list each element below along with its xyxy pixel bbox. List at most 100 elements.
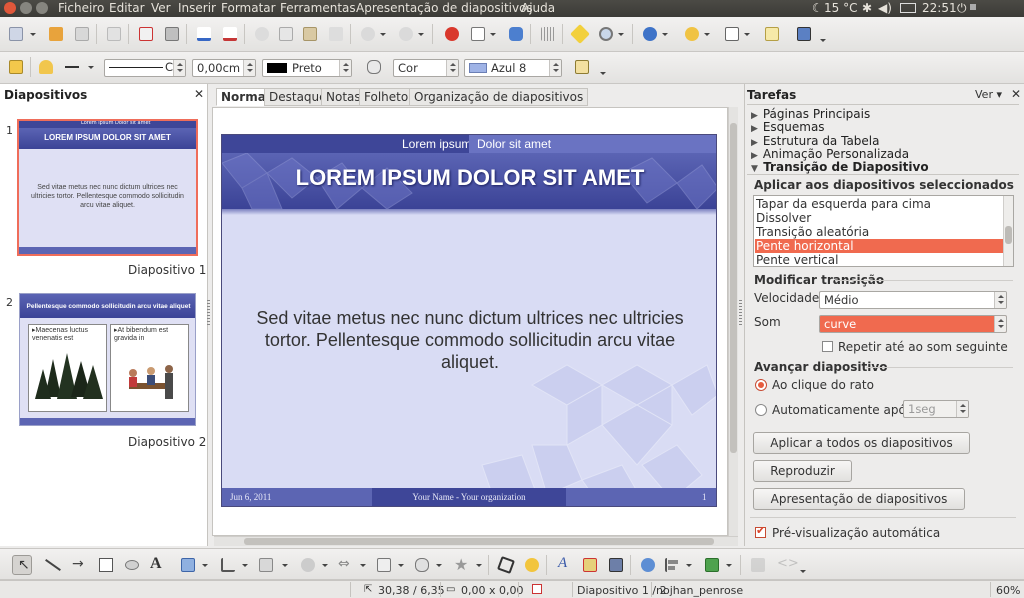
vertical-scrollbar[interactable] bbox=[728, 107, 738, 536]
arrow-style-icon[interactable] bbox=[62, 57, 82, 77]
arrow-style-dropdown-icon[interactable] bbox=[88, 57, 94, 77]
auto-advance-spin-icon[interactable] bbox=[956, 401, 968, 417]
update-icon[interactable] bbox=[682, 24, 702, 44]
glue-points-icon[interactable] bbox=[522, 555, 542, 575]
maximize-window-icon[interactable] bbox=[36, 2, 48, 14]
basic-shapes-icon[interactable] bbox=[256, 555, 276, 575]
help-dropdown-icon[interactable] bbox=[662, 24, 668, 44]
menu-ajuda[interactable]: Ajuda bbox=[521, 1, 555, 15]
table-dropdown-icon[interactable] bbox=[490, 24, 496, 44]
stars-dropdown-icon[interactable] bbox=[476, 555, 482, 575]
select-arrow-icon[interactable]: ↖ bbox=[12, 555, 32, 575]
curve-dropdown-icon[interactable] bbox=[202, 555, 208, 575]
clock[interactable]: 22:51 bbox=[922, 1, 957, 15]
rotate-icon[interactable] bbox=[638, 555, 658, 575]
autospellcheck-icon[interactable] bbox=[220, 24, 240, 44]
section-transicao[interactable]: ▼ Transição de Diapositivo bbox=[751, 160, 929, 174]
area-type-select[interactable]: Cor bbox=[393, 59, 459, 77]
text-tool-icon[interactable]: A bbox=[148, 555, 168, 575]
tasks-view-menu[interactable]: Ver ▾ bbox=[975, 88, 1002, 101]
new-document-icon[interactable] bbox=[6, 24, 26, 44]
slide-design-icon[interactable] bbox=[762, 24, 782, 44]
tab-organizacao[interactable]: Organização de diapositivos bbox=[409, 88, 589, 106]
menu-inserir[interactable]: Inserir bbox=[178, 1, 216, 15]
arrange-icon[interactable] bbox=[702, 555, 722, 575]
play-button[interactable]: Reproduzir bbox=[753, 460, 852, 482]
draw-line-icon[interactable] bbox=[42, 555, 62, 575]
from-file-icon[interactable] bbox=[580, 555, 600, 575]
area-color-spin-icon[interactable] bbox=[549, 60, 561, 76]
close-tasks-panel-icon[interactable]: ✕ bbox=[1011, 87, 1021, 101]
paste-icon[interactable] bbox=[300, 24, 320, 44]
line-color-select[interactable]: Preto bbox=[262, 59, 352, 77]
line-width-spin-icon[interactable] bbox=[243, 60, 255, 76]
connector-dropdown-icon[interactable] bbox=[242, 555, 248, 575]
sound-select[interactable]: curve bbox=[819, 315, 1007, 333]
volume-icon[interactable]: ◀) bbox=[878, 1, 892, 15]
slide-thumbnail-2[interactable]: Pellentesque commodo sollicitudin arcu v… bbox=[19, 293, 196, 426]
slideshow-button[interactable]: Apresentação de diapositivos bbox=[753, 488, 965, 510]
speed-spin-icon[interactable] bbox=[994, 292, 1006, 308]
arrange-dropdown-icon[interactable] bbox=[726, 555, 732, 575]
close-slides-panel-icon[interactable]: ✕ bbox=[194, 87, 204, 101]
symbol-shapes-dropdown-icon[interactable] bbox=[322, 555, 328, 575]
weather-icon[interactable]: ☾ bbox=[812, 1, 823, 15]
align-icon[interactable] bbox=[662, 555, 682, 575]
repeat-checkbox[interactable] bbox=[822, 341, 833, 352]
print-icon[interactable] bbox=[162, 24, 182, 44]
close-window-icon[interactable] bbox=[4, 2, 16, 14]
fontwork-icon[interactable]: A bbox=[554, 555, 574, 575]
line-width-input[interactable]: 0,00cm bbox=[192, 59, 256, 77]
undo-icon[interactable] bbox=[358, 24, 378, 44]
document-modified-icon[interactable] bbox=[532, 584, 542, 594]
auto-advance-time[interactable]: 1seg bbox=[903, 400, 969, 418]
slide-title[interactable]: LOREM IPSUM DOLOR SIT AMET bbox=[222, 165, 716, 191]
power-icon[interactable]: ⏻ bbox=[957, 1, 967, 16]
flowchart-icon[interactable] bbox=[374, 555, 394, 575]
menu-ver[interactable]: Ver bbox=[151, 1, 171, 15]
zoom-icon[interactable] bbox=[596, 24, 616, 44]
curve-icon[interactable] bbox=[178, 555, 198, 575]
spellcheck-icon[interactable] bbox=[194, 24, 214, 44]
block-arrows-dropdown-icon[interactable] bbox=[360, 555, 366, 575]
transition-item-selected[interactable]: Pente horizontal bbox=[755, 239, 1003, 253]
section-animacao[interactable]: ▶ Animação Personalizada bbox=[751, 147, 909, 161]
redo-icon[interactable] bbox=[396, 24, 416, 44]
right-splitter-handle[interactable] bbox=[739, 300, 742, 326]
basic-shapes-dropdown-icon[interactable] bbox=[282, 555, 288, 575]
shadow-icon[interactable] bbox=[572, 57, 592, 77]
on-click-radio[interactable] bbox=[755, 379, 767, 391]
export-pdf-icon[interactable] bbox=[136, 24, 156, 44]
align-dropdown-icon[interactable] bbox=[686, 555, 692, 575]
horizontal-scrollbar-thumb[interactable] bbox=[244, 538, 714, 545]
slideshow-icon[interactable] bbox=[794, 24, 814, 44]
update-dropdown-icon[interactable] bbox=[704, 24, 710, 44]
flowchart-dropdown-icon[interactable] bbox=[398, 555, 404, 575]
new-dropdown-icon[interactable] bbox=[30, 24, 36, 44]
open-folder-icon[interactable] bbox=[46, 24, 66, 44]
tab-folheto[interactable]: Folheto bbox=[359, 88, 414, 106]
toolbar-overflow-icon[interactable] bbox=[820, 30, 826, 50]
area-style-icon[interactable] bbox=[364, 57, 384, 77]
auto-advance-radio[interactable] bbox=[755, 404, 767, 416]
draw-arrow-line-icon[interactable]: → bbox=[70, 555, 90, 575]
points-icon[interactable] bbox=[496, 555, 516, 575]
minimize-window-icon[interactable] bbox=[20, 2, 32, 14]
area-color-select[interactable]: Azul 8 bbox=[464, 59, 562, 77]
sound-spin-icon[interactable] bbox=[994, 316, 1006, 332]
chart-icon[interactable] bbox=[442, 24, 462, 44]
section-estrutura-tabela[interactable]: ▶ Estrutura da Tabela bbox=[751, 134, 880, 148]
toggle-extrusion-icon[interactable]: <> bbox=[774, 555, 799, 575]
slide-thumbnail-1[interactable]: Lorem ipsum Dolor sit amet LOREM IPSUM D… bbox=[17, 119, 198, 256]
grid-icon[interactable] bbox=[538, 24, 558, 44]
navigator-icon[interactable] bbox=[570, 24, 590, 44]
callouts-dropdown-icon[interactable] bbox=[436, 555, 442, 575]
status-zoom[interactable]: 60% bbox=[996, 584, 1020, 597]
display-views-icon[interactable] bbox=[506, 24, 526, 44]
speed-select[interactable]: Médio bbox=[819, 291, 1007, 309]
rectangle-icon[interactable] bbox=[96, 555, 116, 575]
symbol-shapes-icon[interactable] bbox=[298, 555, 318, 575]
left-splitter-handle[interactable] bbox=[207, 300, 210, 326]
slide-layout-icon[interactable] bbox=[722, 24, 742, 44]
transition-list-scrollbar[interactable] bbox=[1003, 196, 1013, 266]
